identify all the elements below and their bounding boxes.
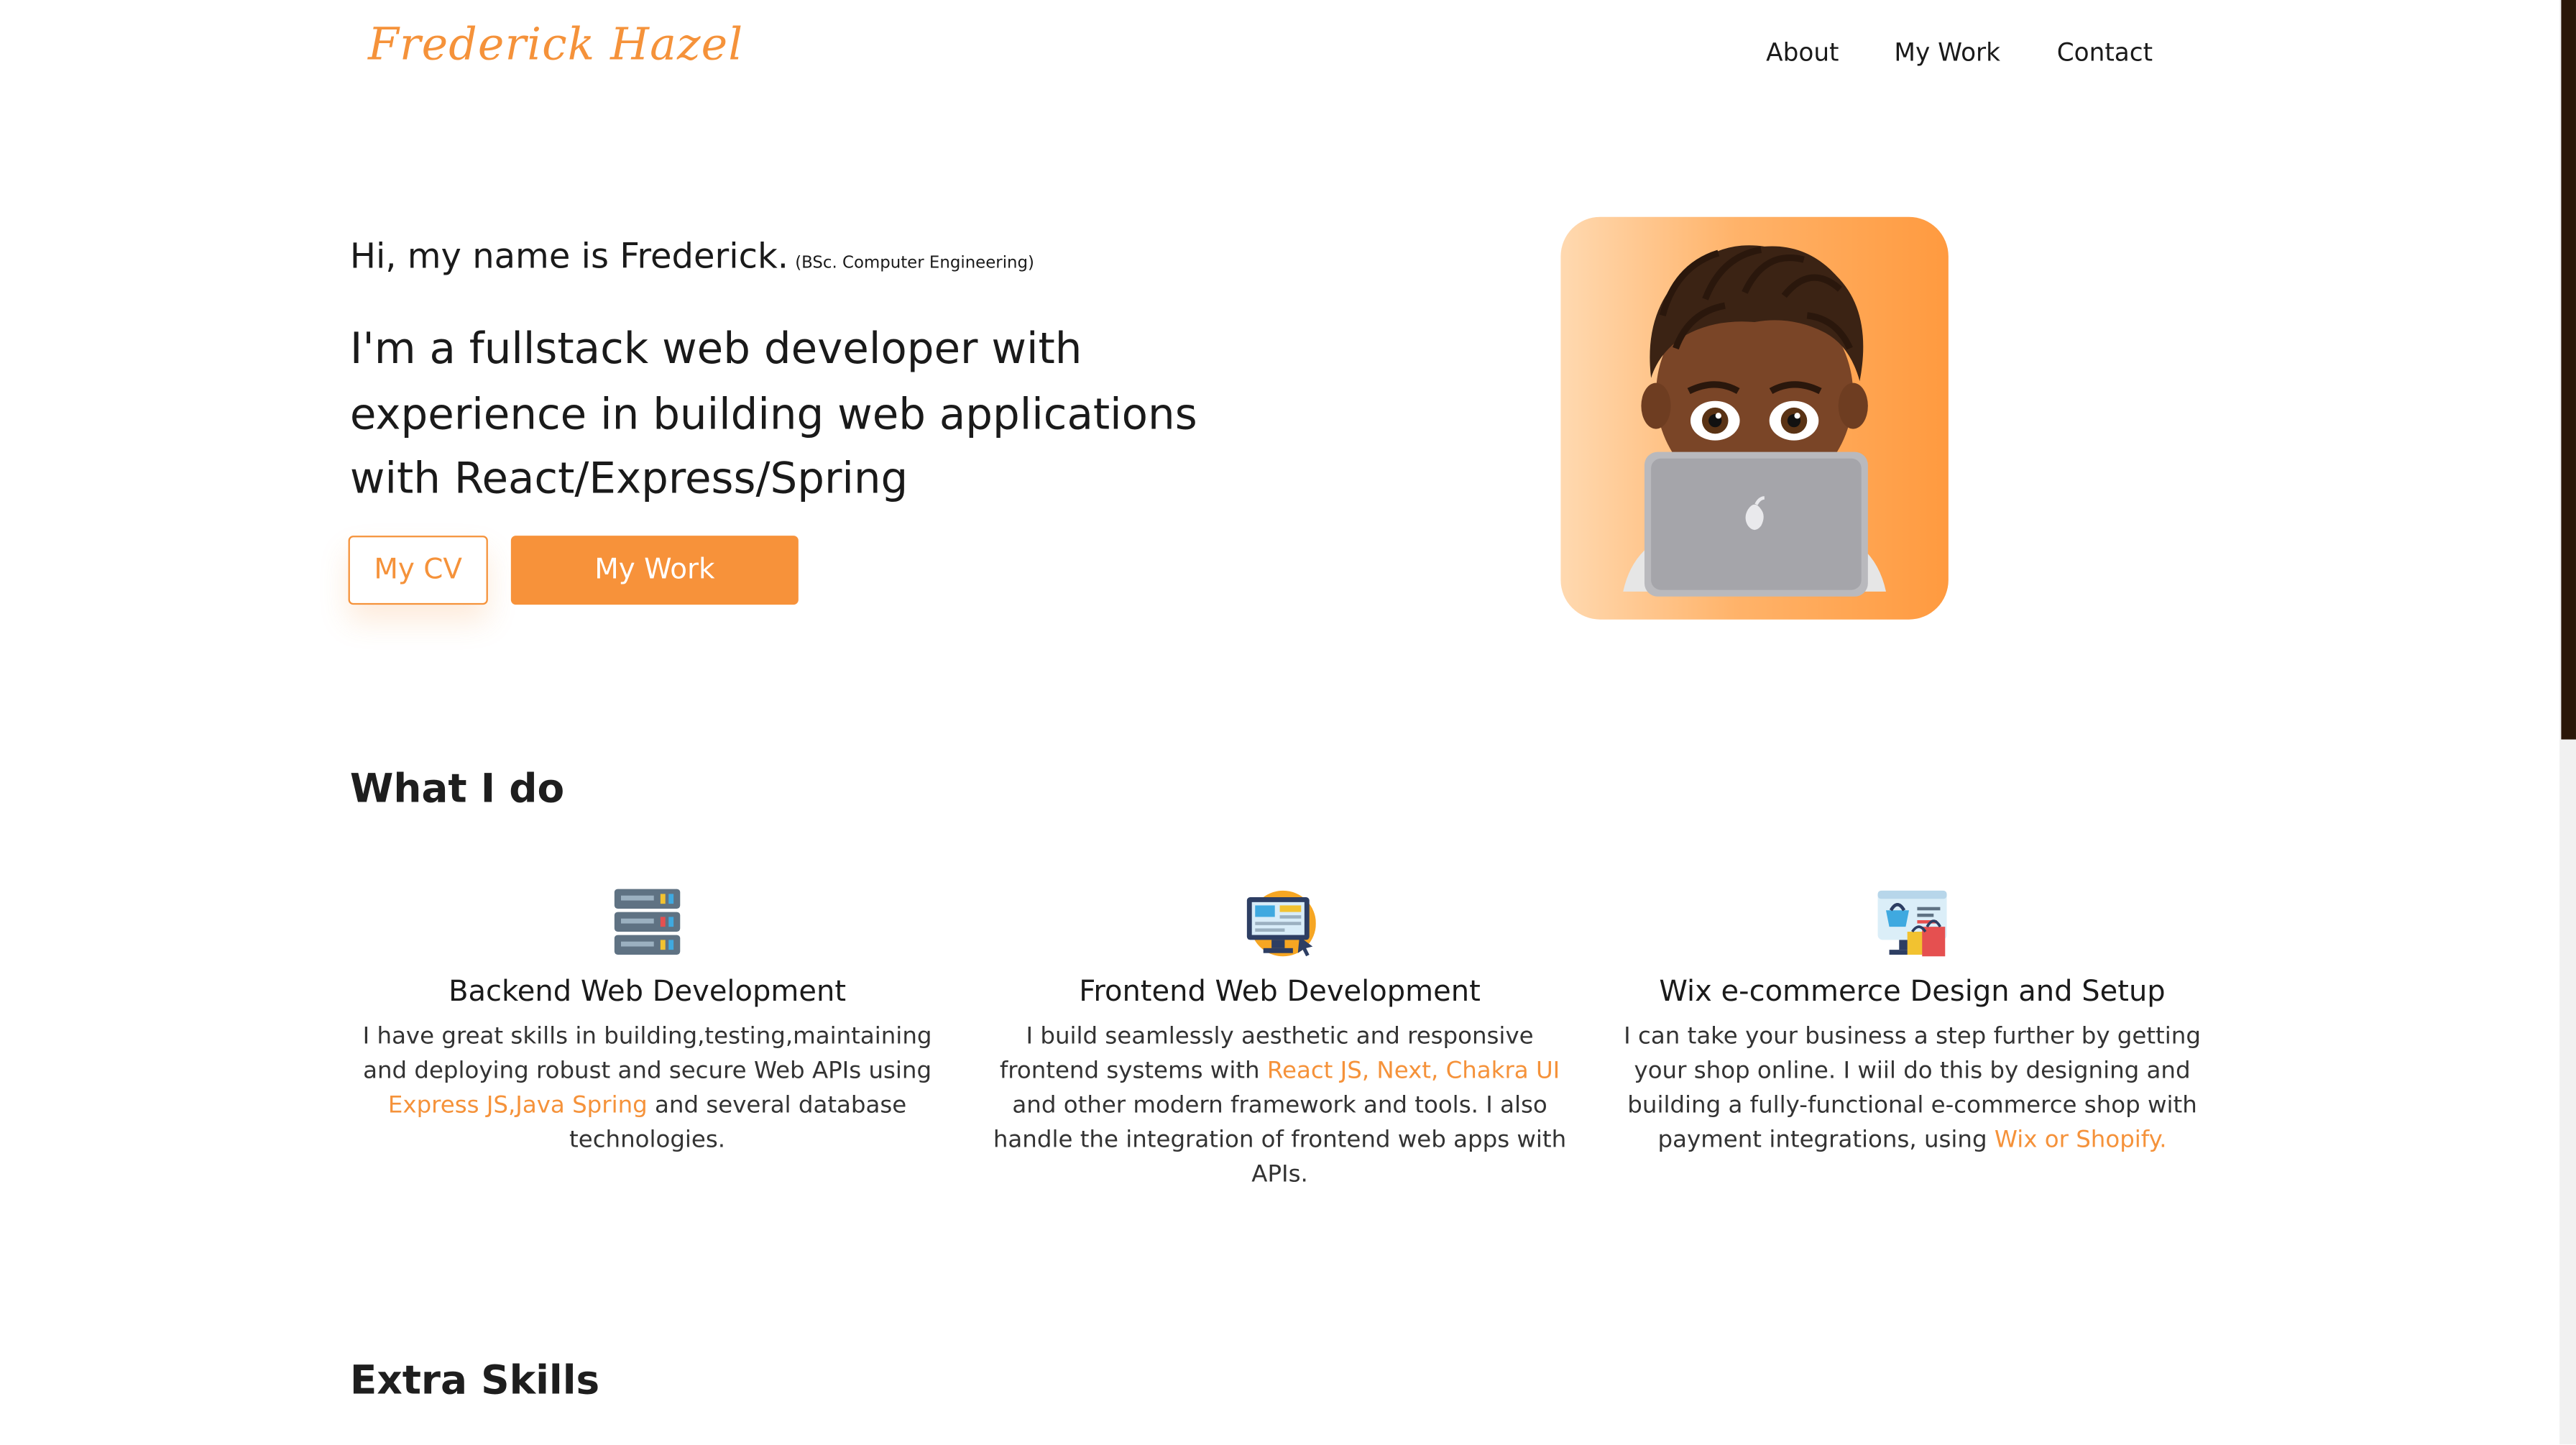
- hero-lead-text: I'm a fullstack web developer with exper…: [349, 325, 1197, 505]
- avatar-image: [1560, 216, 1949, 620]
- service-ecommerce: Wix e-commerce Design and Setup I can ta…: [1616, 887, 2208, 1158]
- service-tech-highlight: React JS, Next, Chakra UI: [1266, 1058, 1560, 1085]
- service-title: Wix e-commerce Design and Setup: [1659, 976, 2166, 1009]
- ecommerce-icon: [1876, 887, 1949, 960]
- nav-my-work-link[interactable]: My Work: [1894, 38, 2000, 68]
- service-title: Frontend Web Development: [1079, 976, 1481, 1009]
- hero-greeting: Hi, my name is Frederick. (BSc. Computer …: [350, 237, 1034, 276]
- greeting-text: Hi, my name is Frederick.: [349, 237, 789, 276]
- nav-about-link[interactable]: About: [1766, 38, 1839, 68]
- service-description: I have great skills in building,testing,…: [362, 1023, 932, 1154]
- memoji-with-laptop-illustration: [1623, 245, 1886, 597]
- extra-skills-heading: Extra Skills: [349, 1357, 600, 1403]
- my-work-button[interactable]: My Work: [510, 536, 799, 605]
- page: Frederick Hazel About My Work Contact Hi…: [0, 0, 2576, 1445]
- service-description: I build seamlessly aesthetic and respons…: [993, 1023, 1567, 1188]
- service-tech-highlight: Wix or Shopify.: [1994, 1127, 2167, 1154]
- scrollbar-thumb[interactable]: [2561, 0, 2576, 740]
- degree-text: (BSc. Computer Engineering): [795, 254, 1034, 273]
- service-description: I can take your business a step further …: [1624, 1023, 2201, 1154]
- service-title: Backend Web Development: [448, 976, 847, 1009]
- nav-contact-link[interactable]: Contact: [2057, 38, 2153, 68]
- service-backend: Backend Web Development I have great ski…: [351, 887, 943, 1158]
- my-cv-button[interactable]: My CV: [348, 536, 488, 605]
- what-i-do-heading: What I do: [349, 766, 565, 812]
- service-frontend: Frontend Web Development I build seamles…: [984, 887, 1576, 1193]
- site-logo[interactable]: Frederick Hazel: [368, 19, 743, 70]
- monitor-design-icon: [1243, 887, 1316, 960]
- service-tech-highlight: Express JS,Java Spring: [387, 1092, 648, 1119]
- server-icon: [611, 887, 684, 960]
